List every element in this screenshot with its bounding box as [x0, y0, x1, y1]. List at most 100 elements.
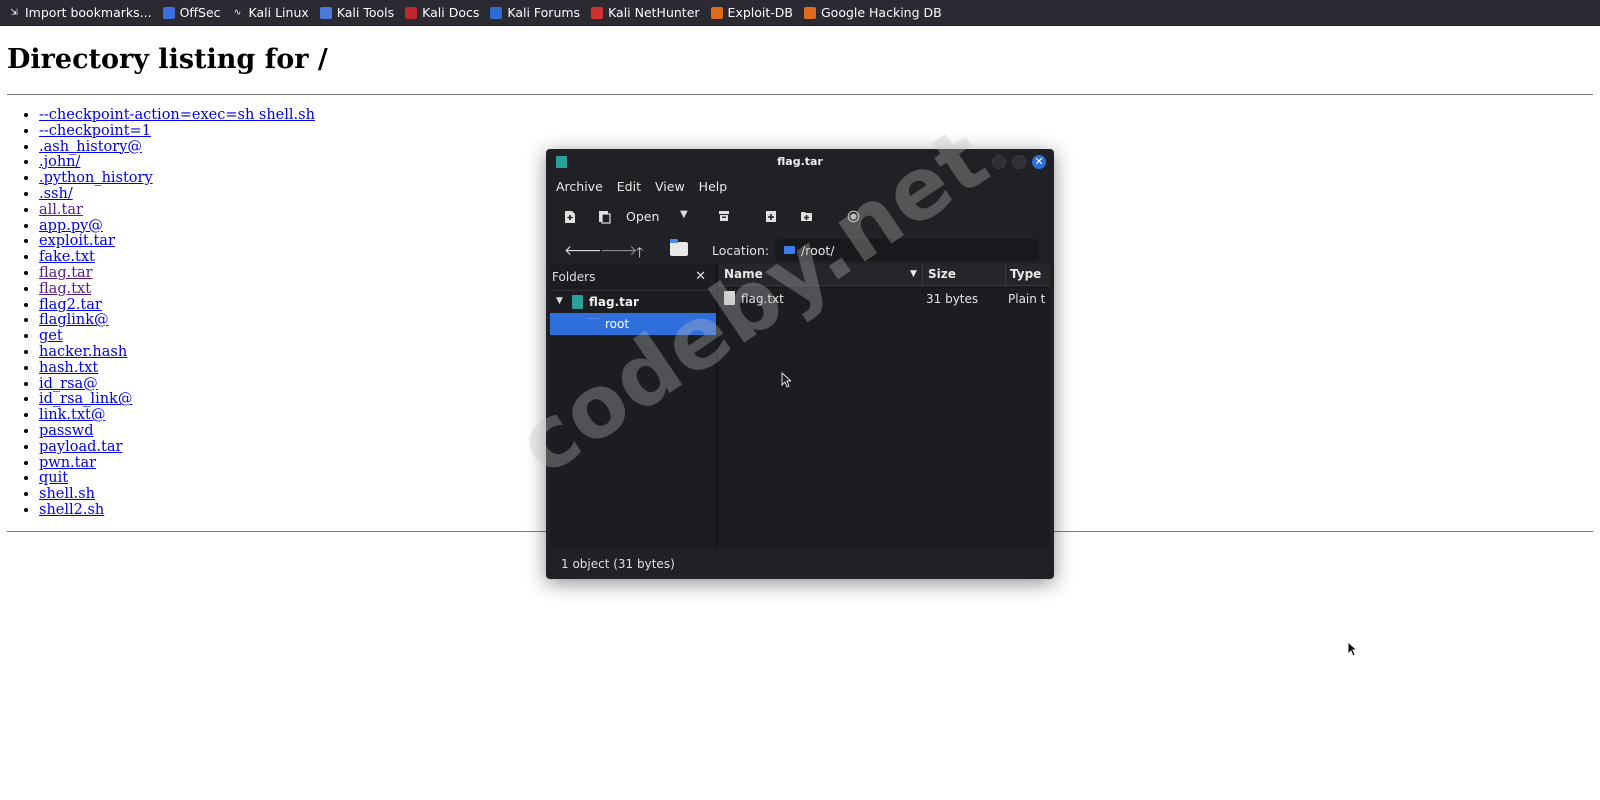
file-link[interactable]: exploit.tar [39, 233, 115, 249]
new-archive-icon[interactable] [562, 210, 578, 226]
offsec-icon [162, 6, 175, 19]
folder-view-icon[interactable] [670, 239, 688, 256]
bookmark-label: Kali Docs [422, 5, 480, 20]
bookmark-label: Google Hacking DB [820, 5, 942, 20]
menu-view[interactable]: View [655, 179, 685, 199]
file-link[interactable]: .ash_history@ [39, 139, 142, 155]
tree-item-root[interactable]: root [550, 313, 716, 335]
bookmark-label: Exploit-DB [727, 5, 793, 20]
list-item: --checkpoint=1 [39, 123, 1593, 140]
bookmark-0[interactable]: ⇲ Import bookmarks... [8, 5, 151, 20]
file-name: flag.txt [741, 292, 784, 306]
bookmark-label: Kali Tools [336, 5, 395, 20]
file-link[interactable]: .python_history [39, 170, 153, 186]
bookmark-7[interactable]: Exploit-DB [710, 5, 793, 20]
file-link[interactable]: link.txt@ [39, 407, 105, 423]
extract-icon[interactable] [716, 210, 732, 226]
close-folders-icon[interactable]: ✕ [695, 269, 706, 284]
close-button[interactable]: ✕ [1032, 155, 1046, 169]
file-link[interactable]: hash.txt [39, 360, 98, 376]
add-files-icon[interactable] [763, 210, 779, 226]
bookmark-5[interactable]: Kali Forums [490, 5, 580, 20]
folder-icon [784, 246, 795, 254]
bookmark-label: Kali Linux [248, 5, 309, 20]
expand-triangle-icon[interactable]: ▼ [556, 296, 563, 306]
file-size: 31 bytes [926, 292, 979, 306]
file-list-pane: Name ▼ Size Type flag.txt 31 bytes Plain… [718, 264, 1050, 549]
bookmarks-toolbar: ⇲ Import bookmarks... OffSec ∿ Kali Linux Kal… [0, 0, 1600, 26]
bookmark-4[interactable]: Kali Docs [405, 5, 479, 20]
kali-dragon-icon: ∿ [233, 7, 242, 18]
file-link[interactable]: shell.sh [39, 486, 95, 502]
forward-arrow-icon[interactable]: 🡒 [600, 242, 638, 259]
back-arrow-icon[interactable]: 🡐 [564, 242, 602, 259]
file-row[interactable]: flag.txt 31 bytes Plain t [718, 288, 1050, 310]
file-link[interactable]: fake.txt [39, 249, 95, 265]
location-value: /root/ [801, 243, 835, 258]
up-arrow-icon[interactable]: 🡑 [636, 242, 643, 266]
file-link[interactable]: get [39, 328, 63, 344]
file-link[interactable]: all.tar [39, 202, 83, 218]
file-link[interactable]: .john/ [39, 154, 80, 170]
add-folder-icon[interactable] [798, 210, 814, 226]
file-link[interactable]: payload.tar [39, 439, 122, 455]
file-link[interactable]: shell2.sh [39, 502, 104, 518]
folders-pane: Folders ✕ ▼ flag.tar root [550, 264, 718, 549]
file-link[interactable]: flag.txt [39, 281, 91, 297]
stop-icon[interactable] [845, 210, 861, 226]
open-button[interactable]: Open [626, 209, 659, 224]
column-type[interactable]: Type [1010, 267, 1041, 281]
exploitdb-icon [710, 6, 723, 19]
ghdb-icon [803, 6, 816, 19]
menu-archive[interactable]: Archive [556, 179, 603, 199]
tree-archive-label: flag.tar [589, 295, 639, 309]
toolbar: Open ▼ [546, 204, 1054, 234]
bookmark-label: Kali Forums [507, 5, 581, 20]
file-link[interactable]: .ssh/ [39, 186, 73, 202]
file-link[interactable]: pwn.tar [39, 455, 96, 471]
folders-header-label: Folders [552, 270, 596, 284]
file-link[interactable]: id_rsa@ [39, 376, 98, 392]
bookmark-3[interactable]: Kali Tools [319, 5, 395, 20]
status-bar: 1 object (31 bytes) [561, 557, 675, 571]
file-link[interactable]: --checkpoint-action=exec=sh shell.sh [39, 107, 315, 123]
location-field[interactable]: /root/ [775, 239, 1039, 261]
folder-icon [587, 318, 599, 319]
open-dropdown-arrow-icon[interactable]: ▼ [680, 209, 688, 220]
location-label: Location: [712, 243, 770, 258]
window-title: flag.tar [777, 155, 823, 168]
tree-item-archive[interactable]: ▼ flag.tar [550, 291, 716, 313]
file-link[interactable]: id_rsa_link@ [39, 391, 132, 407]
menu-help[interactable]: Help [699, 179, 728, 199]
file-link[interactable]: quit [39, 470, 68, 486]
file-link[interactable]: app.py@ [39, 218, 103, 234]
maximize-button[interactable] [1012, 155, 1026, 169]
minimize-button[interactable] [992, 155, 1006, 169]
kali-forums-icon [490, 6, 503, 19]
menu-edit[interactable]: Edit [617, 179, 641, 199]
window-titlebar[interactable]: flag.tar ✕ [546, 149, 1054, 174]
bookmark-label: Kali NetHunter [608, 5, 700, 20]
sort-arrow-icon[interactable]: ▼ [910, 269, 917, 279]
text-file-icon [724, 291, 735, 305]
nethunter-icon [591, 6, 604, 19]
file-link[interactable]: --checkpoint=1 [39, 123, 151, 139]
folders-header: Folders ✕ [550, 264, 716, 291]
file-link[interactable]: hacker.hash [39, 344, 127, 360]
file-link[interactable]: flag.tar [39, 265, 93, 281]
column-name[interactable]: Name [724, 267, 763, 281]
column-size[interactable]: Size [928, 267, 956, 281]
archive-manager-window: flag.tar ✕ Archive Edit View Help Open ▼ [546, 149, 1054, 579]
open-archive-icon[interactable] [596, 210, 612, 226]
location-bar: 🡐 🡒 🡑 Location: /root/ [546, 235, 1054, 265]
bookmark-2[interactable]: ∿ Kali Linux [232, 5, 309, 20]
bookmark-8[interactable]: Google Hacking DB [803, 5, 942, 20]
file-link[interactable]: flag2.tar [39, 297, 102, 313]
bookmark-6[interactable]: Kali NetHunter [591, 5, 700, 20]
file-link[interactable]: flaglink@ [39, 312, 109, 328]
list-item: --checkpoint-action=exec=sh shell.sh [39, 107, 1593, 124]
page-heading: Directory listing for / [7, 44, 328, 75]
kali-tools-icon [319, 6, 332, 19]
file-link[interactable]: passwd [39, 423, 94, 439]
bookmark-1[interactable]: OffSec [162, 5, 221, 20]
